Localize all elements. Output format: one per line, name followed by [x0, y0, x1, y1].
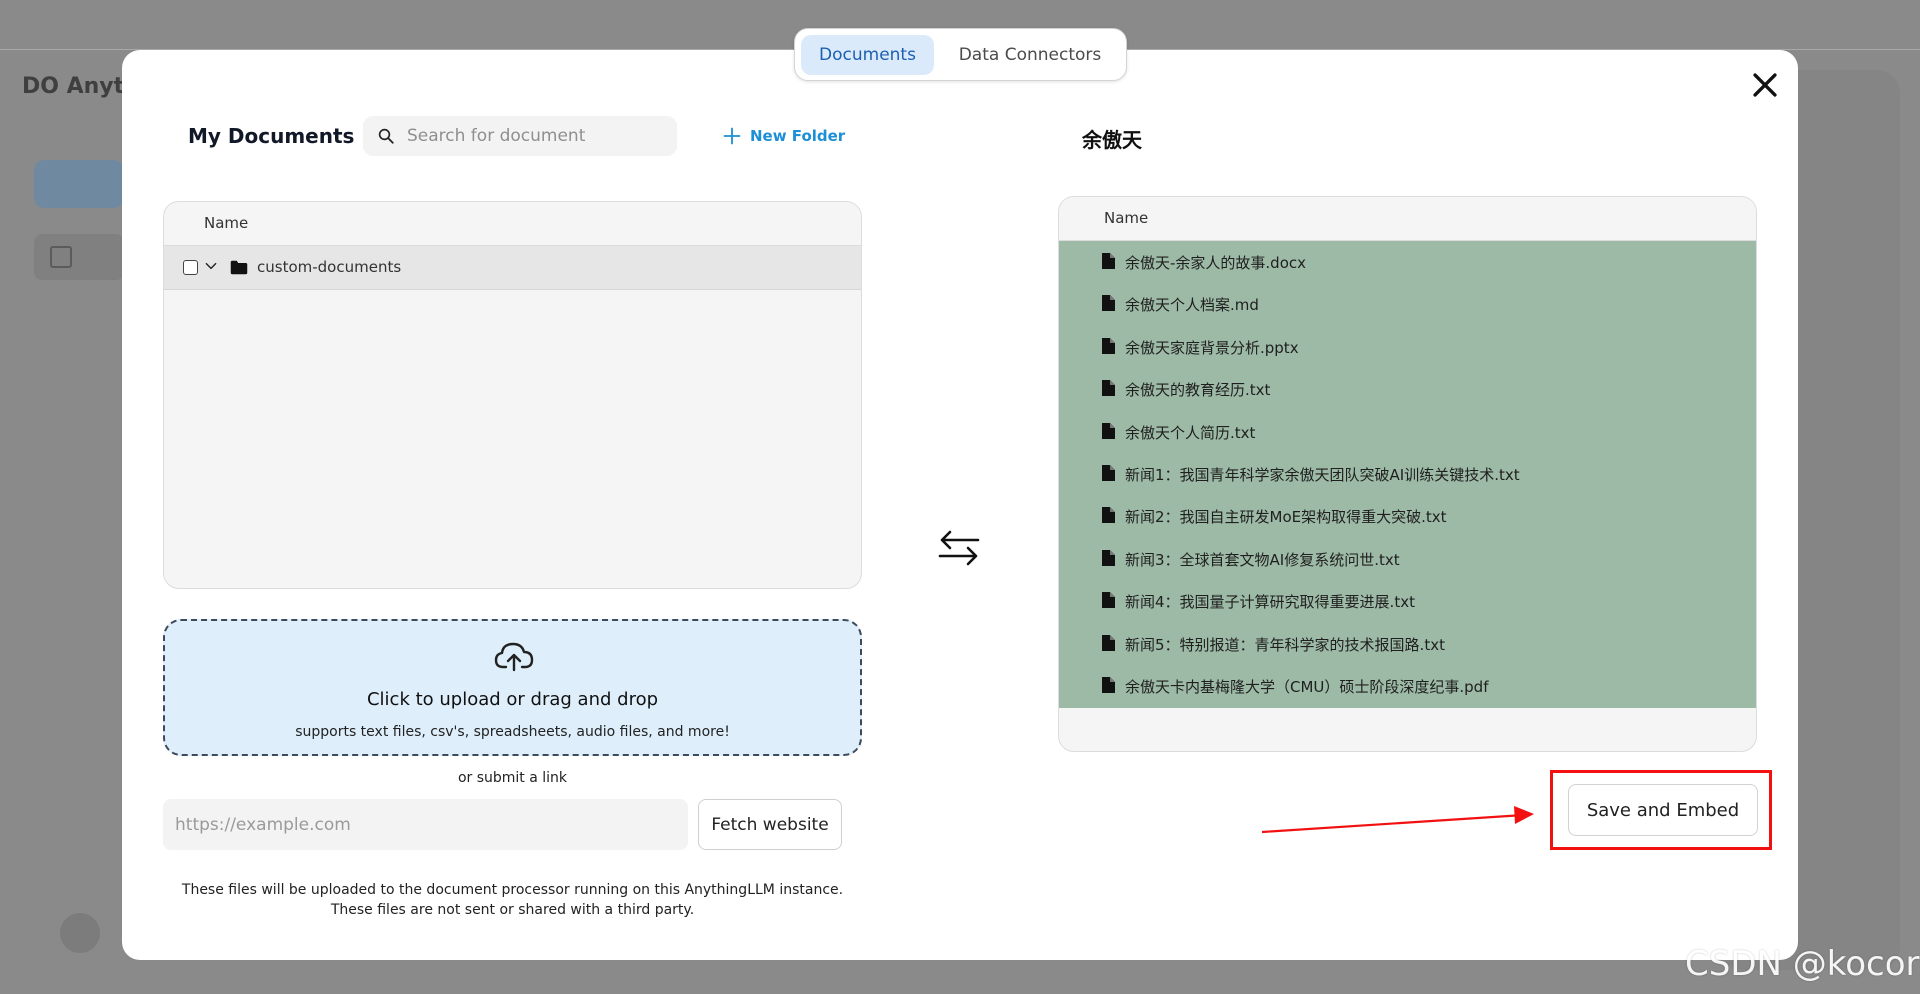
workspace-file-name: 余傲天个人简历.txt: [1125, 423, 1256, 442]
workspace-file-row[interactable]: 余傲天个人档案.md: [1059, 283, 1756, 325]
workspace-file-name: 余傲天的教育经历.txt: [1125, 381, 1271, 400]
new-folder-button[interactable]: New Folder: [722, 124, 845, 148]
workspace-file-name: 新闻4：我国量子计算研究取得重要进展.txt: [1125, 593, 1415, 612]
workspace-file-row[interactable]: 新闻2：我国自主研发MoE架构取得重大突破.txt: [1059, 495, 1756, 537]
file-icon: [1102, 422, 1115, 439]
annotation-arrow: [1262, 806, 1534, 834]
my-documents-title: My Documents: [188, 124, 355, 148]
workspace-file-row[interactable]: 新闻3：全球首套文物AI修复系统问世.txt: [1059, 538, 1756, 580]
workspace-file-row[interactable]: 新闻4：我国量子计算研究取得重要进展.txt: [1059, 580, 1756, 622]
save-and-embed-button[interactable]: Save and Embed: [1568, 784, 1758, 836]
workspace-file-row[interactable]: 新闻5：特别报道：青年科学家的技术报国路.txt: [1059, 623, 1756, 665]
upload-subtitle: supports text files, csv's, spreadsheets…: [295, 724, 730, 740]
background-sidebar-button: [34, 160, 124, 208]
workspace-file-name: 新闻1：我国青年科学家余傲天团队突破AI训练关键技术.txt: [1125, 465, 1520, 484]
file-icon: [1102, 464, 1115, 481]
new-folder-label: New Folder: [750, 127, 846, 145]
close-icon[interactable]: [1748, 68, 1782, 102]
file-icon: [1102, 507, 1115, 524]
modal-tabs: Documents Data Connectors: [794, 28, 1127, 81]
search-input[interactable]: [407, 116, 667, 156]
background-workspace-icon: [50, 246, 72, 268]
file-icon: [1102, 337, 1115, 354]
workspace-file-row[interactable]: 余傲天家庭背景分析.pptx: [1059, 326, 1756, 368]
workspace-file-row[interactable]: 余傲天卡内基梅隆大学（CMU）硕士阶段深度纪事.pdf: [1059, 665, 1756, 707]
document-manager-modal: Documents Data Connectors My Documents N…: [122, 28, 1798, 960]
search-icon: [378, 128, 394, 144]
workspace-file-name: 新闻2：我国自主研发MoE架构取得重大突破.txt: [1125, 508, 1447, 527]
workspace-file-row[interactable]: 余傲天的教育经历.txt: [1059, 368, 1756, 410]
or-submit-link-label: or submit a link: [457, 770, 568, 786]
upload-dropzone[interactable]: Click to upload or drag and drop support…: [163, 619, 862, 756]
table-header: Name: [1059, 197, 1756, 241]
folder-row[interactable]: custom-documents: [164, 246, 861, 290]
background-sidebar-item: [34, 234, 124, 280]
workspace-file-row[interactable]: 新闻1：我国青年科学家余傲天团队突破AI训练关键技术.txt: [1059, 453, 1756, 495]
upload-title: Click to upload or drag and drop: [366, 689, 659, 710]
folder-name: custom-documents: [257, 258, 402, 276]
plus-icon: [723, 127, 741, 145]
chevron-down-icon[interactable]: [204, 259, 218, 273]
watermark: CSDN @kocor: [1685, 944, 1920, 984]
workspace-file-row[interactable]: 余傲天-余家人的故事.docx: [1059, 241, 1756, 283]
file-icon: [1102, 676, 1115, 693]
search-box: [363, 116, 677, 156]
footnote-line-2: These files are not sent or shared with …: [330, 902, 695, 918]
file-icon: [1102, 295, 1115, 312]
file-icon: [1102, 253, 1115, 269]
background-settings-button: [60, 913, 100, 953]
fetch-website-button[interactable]: Fetch website: [698, 799, 842, 850]
workspace-file-name: 新闻3：全球首套文物AI修复系统问世.txt: [1125, 550, 1400, 569]
file-icon: [1102, 549, 1115, 566]
footnote-line-1: These files will be uploaded to the docu…: [181, 882, 844, 898]
swap-arrows-icon: [938, 530, 980, 566]
column-header-name: Name: [1104, 209, 1149, 227]
my-documents-table: Name custom-documents: [163, 201, 862, 589]
workspace-file-name: 余傲天家庭背景分析.pptx: [1125, 338, 1299, 357]
workspace-file-row[interactable]: 余傲天个人简历.txt: [1059, 411, 1756, 453]
column-header-name: Name: [204, 214, 249, 232]
tab-documents[interactable]: Documents: [801, 35, 934, 75]
tab-data-connectors[interactable]: Data Connectors: [945, 35, 1115, 75]
folder-icon: [230, 260, 248, 275]
workspace-file-name: 新闻5：特别报道：青年科学家的技术报国路.txt: [1125, 635, 1445, 654]
file-icon: [1102, 634, 1115, 651]
cloud-upload-icon: [494, 642, 534, 672]
workspace-file-list: 余傲天-余家人的故事.docx 余傲天个人档案.md 余傲天家庭背景分析.ppt…: [1059, 241, 1756, 708]
workspace-file-name: 余傲天-余家人的故事.docx: [1125, 254, 1307, 272]
upload-footnote: These files will be uploaded to the docu…: [163, 880, 862, 920]
file-icon: [1102, 592, 1115, 609]
workspace-file-name: 余傲天卡内基梅隆大学（CMU）硕士阶段深度纪事.pdf: [1125, 677, 1489, 696]
file-icon: [1102, 380, 1115, 397]
folder-checkbox[interactable]: [183, 260, 198, 275]
workspace-file-name: 余傲天个人档案.md: [1125, 296, 1259, 315]
table-header: Name: [164, 202, 861, 246]
workspace-documents-table: Name 余傲天-余家人的故事.docx 余傲天个人档案.md 余傲天家庭背景分…: [1058, 196, 1757, 752]
workspace-title: 余傲天: [1082, 128, 1142, 152]
url-input[interactable]: [163, 799, 688, 850]
